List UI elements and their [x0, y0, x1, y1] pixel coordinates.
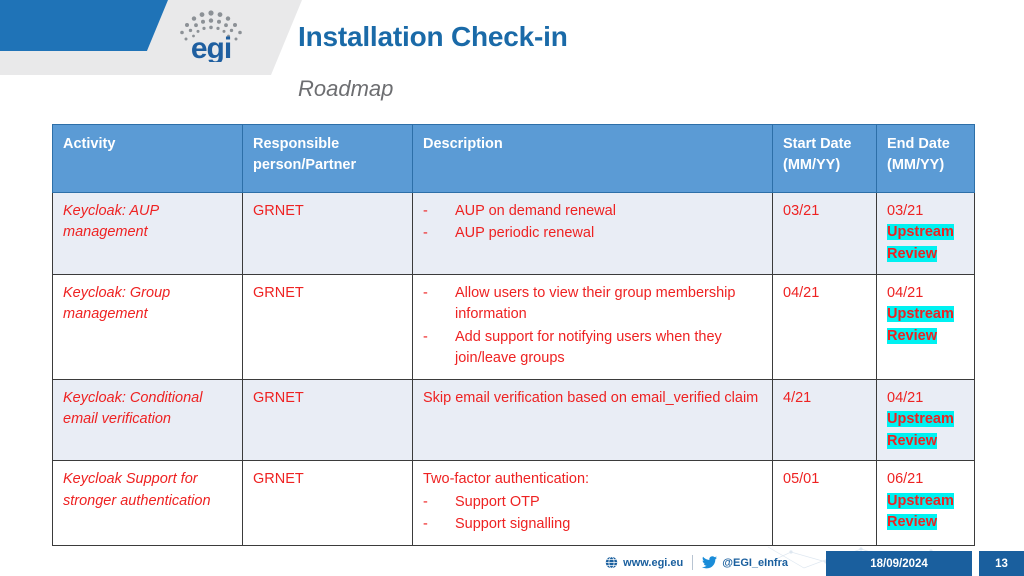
cell-responsible: GRNET	[242, 378, 413, 462]
cell-activity: Keycloak Support for stronger authentica…	[52, 460, 243, 546]
twitter-bird-icon	[702, 556, 718, 569]
column-header-start-line1: Start Date	[783, 136, 852, 152]
column-header-start-date: Start Date (MM/YY)	[772, 124, 877, 193]
cell-description: Skip email verification based on email_v…	[412, 378, 773, 462]
column-header-activity-label: Activity	[63, 136, 116, 152]
column-header-responsible: Responsible person/Partner	[242, 124, 413, 193]
svg-text:egi: egi	[191, 32, 231, 62]
list-item: Support signalling	[423, 514, 764, 536]
column-header-responsible-line2: person/Partner	[253, 157, 357, 174]
cell-activity: Keycloak: Conditional email verification	[52, 378, 243, 462]
column-header-description-label: Description	[423, 136, 503, 152]
column-header-description: Description	[412, 124, 773, 193]
description-bullet-list: Allow users to view their group membersh…	[423, 283, 764, 370]
cell-start-date: 03/21	[772, 192, 877, 275]
list-item: Allow users to view their group membersh…	[423, 283, 764, 326]
column-header-start-line2: (MM/YY)	[783, 157, 841, 174]
table-body: Keycloak: AUP management GRNET AUP on de…	[52, 192, 975, 546]
cell-description: Two-factor authentication: Support OTP S…	[412, 460, 773, 546]
column-header-responsible-line1: Responsible	[253, 136, 340, 152]
table-row: Keycloak Support for stronger authentica…	[52, 460, 975, 546]
list-item: Add support for notifying users when the…	[423, 327, 764, 370]
page-subtitle: Roadmap	[298, 76, 394, 101]
description-bullet-list: Support OTP Support signalling	[423, 492, 764, 536]
roadmap-table: Activity Responsible person/Partner Desc…	[52, 124, 975, 546]
footer-date: 18/09/2024	[826, 551, 972, 576]
footer-twitter[interactable]: @EGI_eInfra	[702, 556, 788, 569]
footer-website-label: www.egi.eu	[623, 556, 684, 569]
table-header-row: Activity Responsible person/Partner Desc…	[52, 124, 975, 193]
footer-links: www.egi.eu @EGI_eInfra	[605, 555, 788, 570]
cell-end-date: 06/21 Upstream Review	[876, 460, 975, 546]
status-badge: Upstream Review	[887, 224, 954, 262]
cell-end-date: 03/21 Upstream Review	[876, 192, 975, 275]
cell-responsible: GRNET	[242, 274, 413, 380]
egi-logo-icon: egi	[168, 6, 254, 62]
list-item: AUP on demand renewal	[423, 201, 764, 223]
slide: egi Installation Check-in Roadmap Activi…	[0, 0, 1024, 576]
table-row: Keycloak: AUP management GRNET AUP on de…	[52, 192, 975, 275]
table-row: Keycloak: Group management GRNET Allow u…	[52, 274, 975, 380]
slide-footer: www.egi.eu @EGI_eInfra 18/09/2024 13	[0, 544, 1024, 576]
column-header-activity: Activity	[52, 124, 243, 193]
cell-description: Allow users to view their group membersh…	[412, 274, 773, 380]
end-date-value: 04/21	[887, 285, 924, 301]
page-number: 13	[977, 551, 1024, 576]
list-item: AUP periodic renewal	[423, 223, 764, 245]
end-date-value: 03/21	[887, 203, 924, 219]
end-date-value: 06/21	[887, 471, 924, 488]
cell-responsible: GRNET	[242, 192, 413, 275]
column-header-end-line2: (MM/YY)	[887, 157, 945, 174]
description-text: Skip email verification based on email_v…	[423, 389, 759, 406]
status-badge: Upstream Review	[887, 492, 954, 531]
footer-twitter-label: @EGI_eInfra	[722, 556, 788, 569]
cell-end-date: 04/21 Upstream Review	[876, 378, 975, 462]
column-header-end-line1: End Date	[887, 136, 950, 152]
table-row: Keycloak: Conditional email verification…	[52, 378, 975, 462]
cell-activity: Keycloak: AUP management	[52, 192, 243, 275]
cell-activity: Keycloak: Group management	[52, 274, 243, 380]
status-badge: Upstream Review	[887, 306, 954, 344]
cell-start-date: 05/01	[772, 460, 877, 546]
status-badge: Upstream Review	[887, 411, 954, 449]
cell-end-date: 04/21 Upstream Review	[876, 274, 975, 380]
footer-website[interactable]: www.egi.eu	[605, 556, 683, 569]
footer-divider	[692, 555, 694, 570]
column-header-end-date: End Date (MM/YY)	[876, 124, 975, 193]
globe-icon	[605, 556, 618, 569]
cell-description: AUP on demand renewal AUP periodic renew…	[412, 192, 773, 275]
cell-responsible: GRNET	[242, 460, 413, 546]
page-title: Installation Check-in	[298, 21, 568, 52]
end-date-value: 04/21	[887, 389, 924, 406]
cell-start-date: 4/21	[772, 378, 877, 462]
description-text: Two-factor authentication:	[423, 471, 590, 488]
cell-start-date: 04/21	[772, 274, 877, 380]
list-item: Support OTP	[423, 492, 764, 514]
description-bullet-list: AUP on demand renewal AUP periodic renew…	[423, 201, 764, 245]
